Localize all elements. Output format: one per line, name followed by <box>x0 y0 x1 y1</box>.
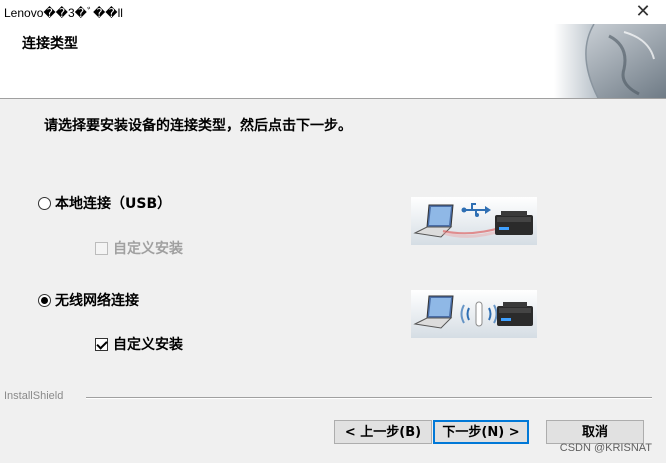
next-button[interactable]: 下一步(N) > <box>433 420 529 444</box>
header-banner: 连接类型 <box>0 24 666 99</box>
installshield-brand: InstallShield <box>4 390 64 402</box>
wireless-connection-radio[interactable]: 无线网络连接 <box>38 290 139 310</box>
wireless-connection-illustration <box>411 290 537 338</box>
footer-divider <box>86 397 652 399</box>
title-bar: Lenovo��3�ﾞ��ll ✕ <box>0 0 666 25</box>
radio-button-local[interactable] <box>38 196 51 210</box>
instruction-text: 请选择要安装设备的连接类型，然后点击下一步。 <box>44 118 352 134</box>
watermark-text: CSDN @KRISNAT <box>559 442 652 454</box>
page-curl-art-icon <box>554 24 666 98</box>
wireless-custom-install-label: 自定义安装 <box>113 337 183 353</box>
checkbox-wireless-custom[interactable] <box>95 337 108 351</box>
usb-connection-illustration <box>411 197 537 245</box>
checkbox-local-custom <box>95 241 108 255</box>
page-title: 连接类型 <box>22 36 78 52</box>
local-custom-install-checkbox: 自定义安装 <box>95 238 183 258</box>
close-button[interactable]: ✕ <box>632 1 654 23</box>
back-button[interactable]: < 上一步(B) <box>334 420 432 444</box>
wireless-connection-label: 无线网络连接 <box>55 293 139 309</box>
local-custom-install-label: 自定义安装 <box>113 241 183 257</box>
local-connection-radio[interactable]: 本地连接（USB） <box>38 193 171 213</box>
radio-button-wireless[interactable] <box>38 293 51 307</box>
wireless-custom-install-checkbox[interactable]: 自定义安装 <box>95 334 183 354</box>
cancel-button[interactable]: 取消 <box>546 420 644 444</box>
local-connection-label: 本地连接（USB） <box>55 196 172 212</box>
window-title: Lenovo��3�ﾞ��ll <box>4 6 123 20</box>
